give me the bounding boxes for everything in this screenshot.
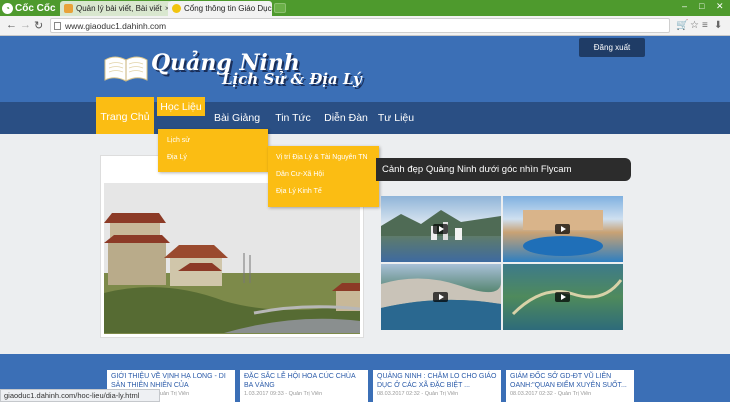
tab-title: Quản lý bài viết, Bài viết	[76, 4, 162, 13]
video-section-title: Cảnh đẹp Quảng Ninh dưới góc nhìn Flycam	[376, 158, 631, 181]
news-title[interactable]: GIỚI THIỆU VỀ VỊNH HẠ LONG - DI SẢN THIÊ…	[111, 373, 231, 390]
video-thumbnail[interactable]	[381, 264, 501, 330]
tab-portal[interactable]: Cổng thông tin Giáo Dục ×	[168, 1, 272, 16]
minimize-icon[interactable]: –	[682, 1, 687, 11]
nav-dien-dan[interactable]: Diễn Đàn	[318, 102, 374, 134]
status-bar-url: giaoduc1.dahinh.com/hoc-lieu/dia-ly.html	[0, 389, 160, 402]
favicon-icon	[172, 4, 181, 13]
tab-title: Cổng thông tin Giáo Dục	[184, 4, 272, 13]
news-meta: 08.03.2017 02:32 - Quản Trị Viên	[377, 391, 459, 397]
browser-brand-label: Cốc Cốc	[15, 2, 56, 14]
page-icon	[54, 22, 61, 30]
close-window-icon[interactable]: ✕	[716, 1, 724, 12]
news-item[interactable]: QUẢNG NINH : CHĂM LO CHO GIÁO DỤC Ở CÁC …	[373, 370, 501, 402]
reload-icon[interactable]: ↻	[34, 19, 43, 32]
new-tab-button[interactable]	[274, 3, 286, 13]
bookmark-star-icon[interactable]: ☆	[690, 20, 699, 31]
news-item[interactable]: ĐẶC SẮC LỄ HỘI HOA CÚC CHÙA BA VÀNG 1.03…	[240, 370, 368, 402]
news-title[interactable]: QUẢNG NINH : CHĂM LO CHO GIÁO DỤC Ở CÁC …	[377, 373, 497, 390]
tab-admin[interactable]: Quản lý bài viết, Bài viết ×	[60, 1, 172, 16]
hoc-lieu-dropdown: Lịch sử Địa Lý	[158, 129, 268, 172]
play-icon[interactable]	[555, 292, 570, 302]
news-title[interactable]: ĐẶC SẮC LỄ HỘI HOA CÚC CHÙA BA VÀNG	[244, 373, 364, 390]
favicon-icon	[64, 4, 73, 13]
menu-item-dia-ly-kinh-te[interactable]: Địa Lý Kinh Tế	[276, 188, 322, 195]
news-meta: 1.03.2017 09:33 - Quản Trị Viên	[244, 391, 323, 397]
news-item[interactable]: GIÁM ĐỐC SỞ GD-ĐT VŨ LIÊN OANH:"QUAN ĐIỂ…	[506, 370, 634, 402]
nav-trang-chu[interactable]: Trang Chủ	[96, 97, 154, 137]
browser-logo[interactable]: ◔ Cốc Cốc	[2, 1, 56, 15]
back-icon[interactable]: ←	[6, 19, 17, 31]
nav-tin-tuc[interactable]: Tin Tức	[268, 102, 318, 134]
menu-item-lich-su[interactable]: Lịch sử	[167, 137, 190, 144]
forward-icon[interactable]: →	[20, 19, 31, 31]
menu-item-dan-cu[interactable]: Dân Cư-Xã Hội	[276, 171, 324, 178]
news-meta: 08.03.2017 02:32 - Quản Trị Viên	[510, 391, 592, 397]
maximize-icon[interactable]: □	[699, 1, 704, 11]
shopping-cart-icon[interactable]: 🛒	[676, 20, 688, 31]
browser-tab-strip: ◔ Cốc Cốc Quản lý bài viết, Bài viết × C…	[0, 0, 730, 16]
nav-hoc-lieu[interactable]: Học Liệu	[157, 97, 205, 116]
play-icon[interactable]	[555, 224, 570, 234]
address-bar-row: ← → ↻ www.giaoduc1.dahinh.com 🛒 ☆ ≡ ⬇	[0, 16, 730, 36]
menu-item-dia-ly[interactable]: Địa Lý	[167, 154, 187, 161]
download-icon[interactable]: ⬇	[714, 20, 722, 31]
video-thumbnail[interactable]	[381, 196, 501, 262]
menu-icon[interactable]: ≡	[702, 20, 708, 31]
news-title[interactable]: GIÁM ĐỐC SỞ GD-ĐT VŨ LIÊN OANH:"QUAN ĐIỂ…	[510, 373, 630, 390]
menu-item-vi-tri-dia-ly[interactable]: Vị trí Địa Lý & Tài Nguyên TN	[276, 154, 368, 161]
book-logo-icon[interactable]	[103, 54, 149, 84]
address-input[interactable]: www.giaoduc1.dahinh.com	[50, 18, 670, 33]
play-icon[interactable]	[433, 292, 448, 302]
video-thumbnail[interactable]	[503, 196, 623, 262]
logo-subtitle: Lịch Sử & Địa Lý	[222, 70, 362, 88]
video-thumbnail[interactable]	[503, 264, 623, 330]
play-icon[interactable]	[433, 224, 448, 234]
url-text: www.giaoduc1.dahinh.com	[65, 20, 167, 31]
logout-button[interactable]: Đăng xuất	[579, 38, 645, 57]
coccoc-icon: ◔	[2, 2, 13, 14]
nav-tu-lieu[interactable]: Tư Liệu	[374, 102, 418, 134]
dia-ly-submenu: Vị trí Địa Lý & Tài Nguyên TN Dân Cư-Xã …	[268, 146, 379, 207]
